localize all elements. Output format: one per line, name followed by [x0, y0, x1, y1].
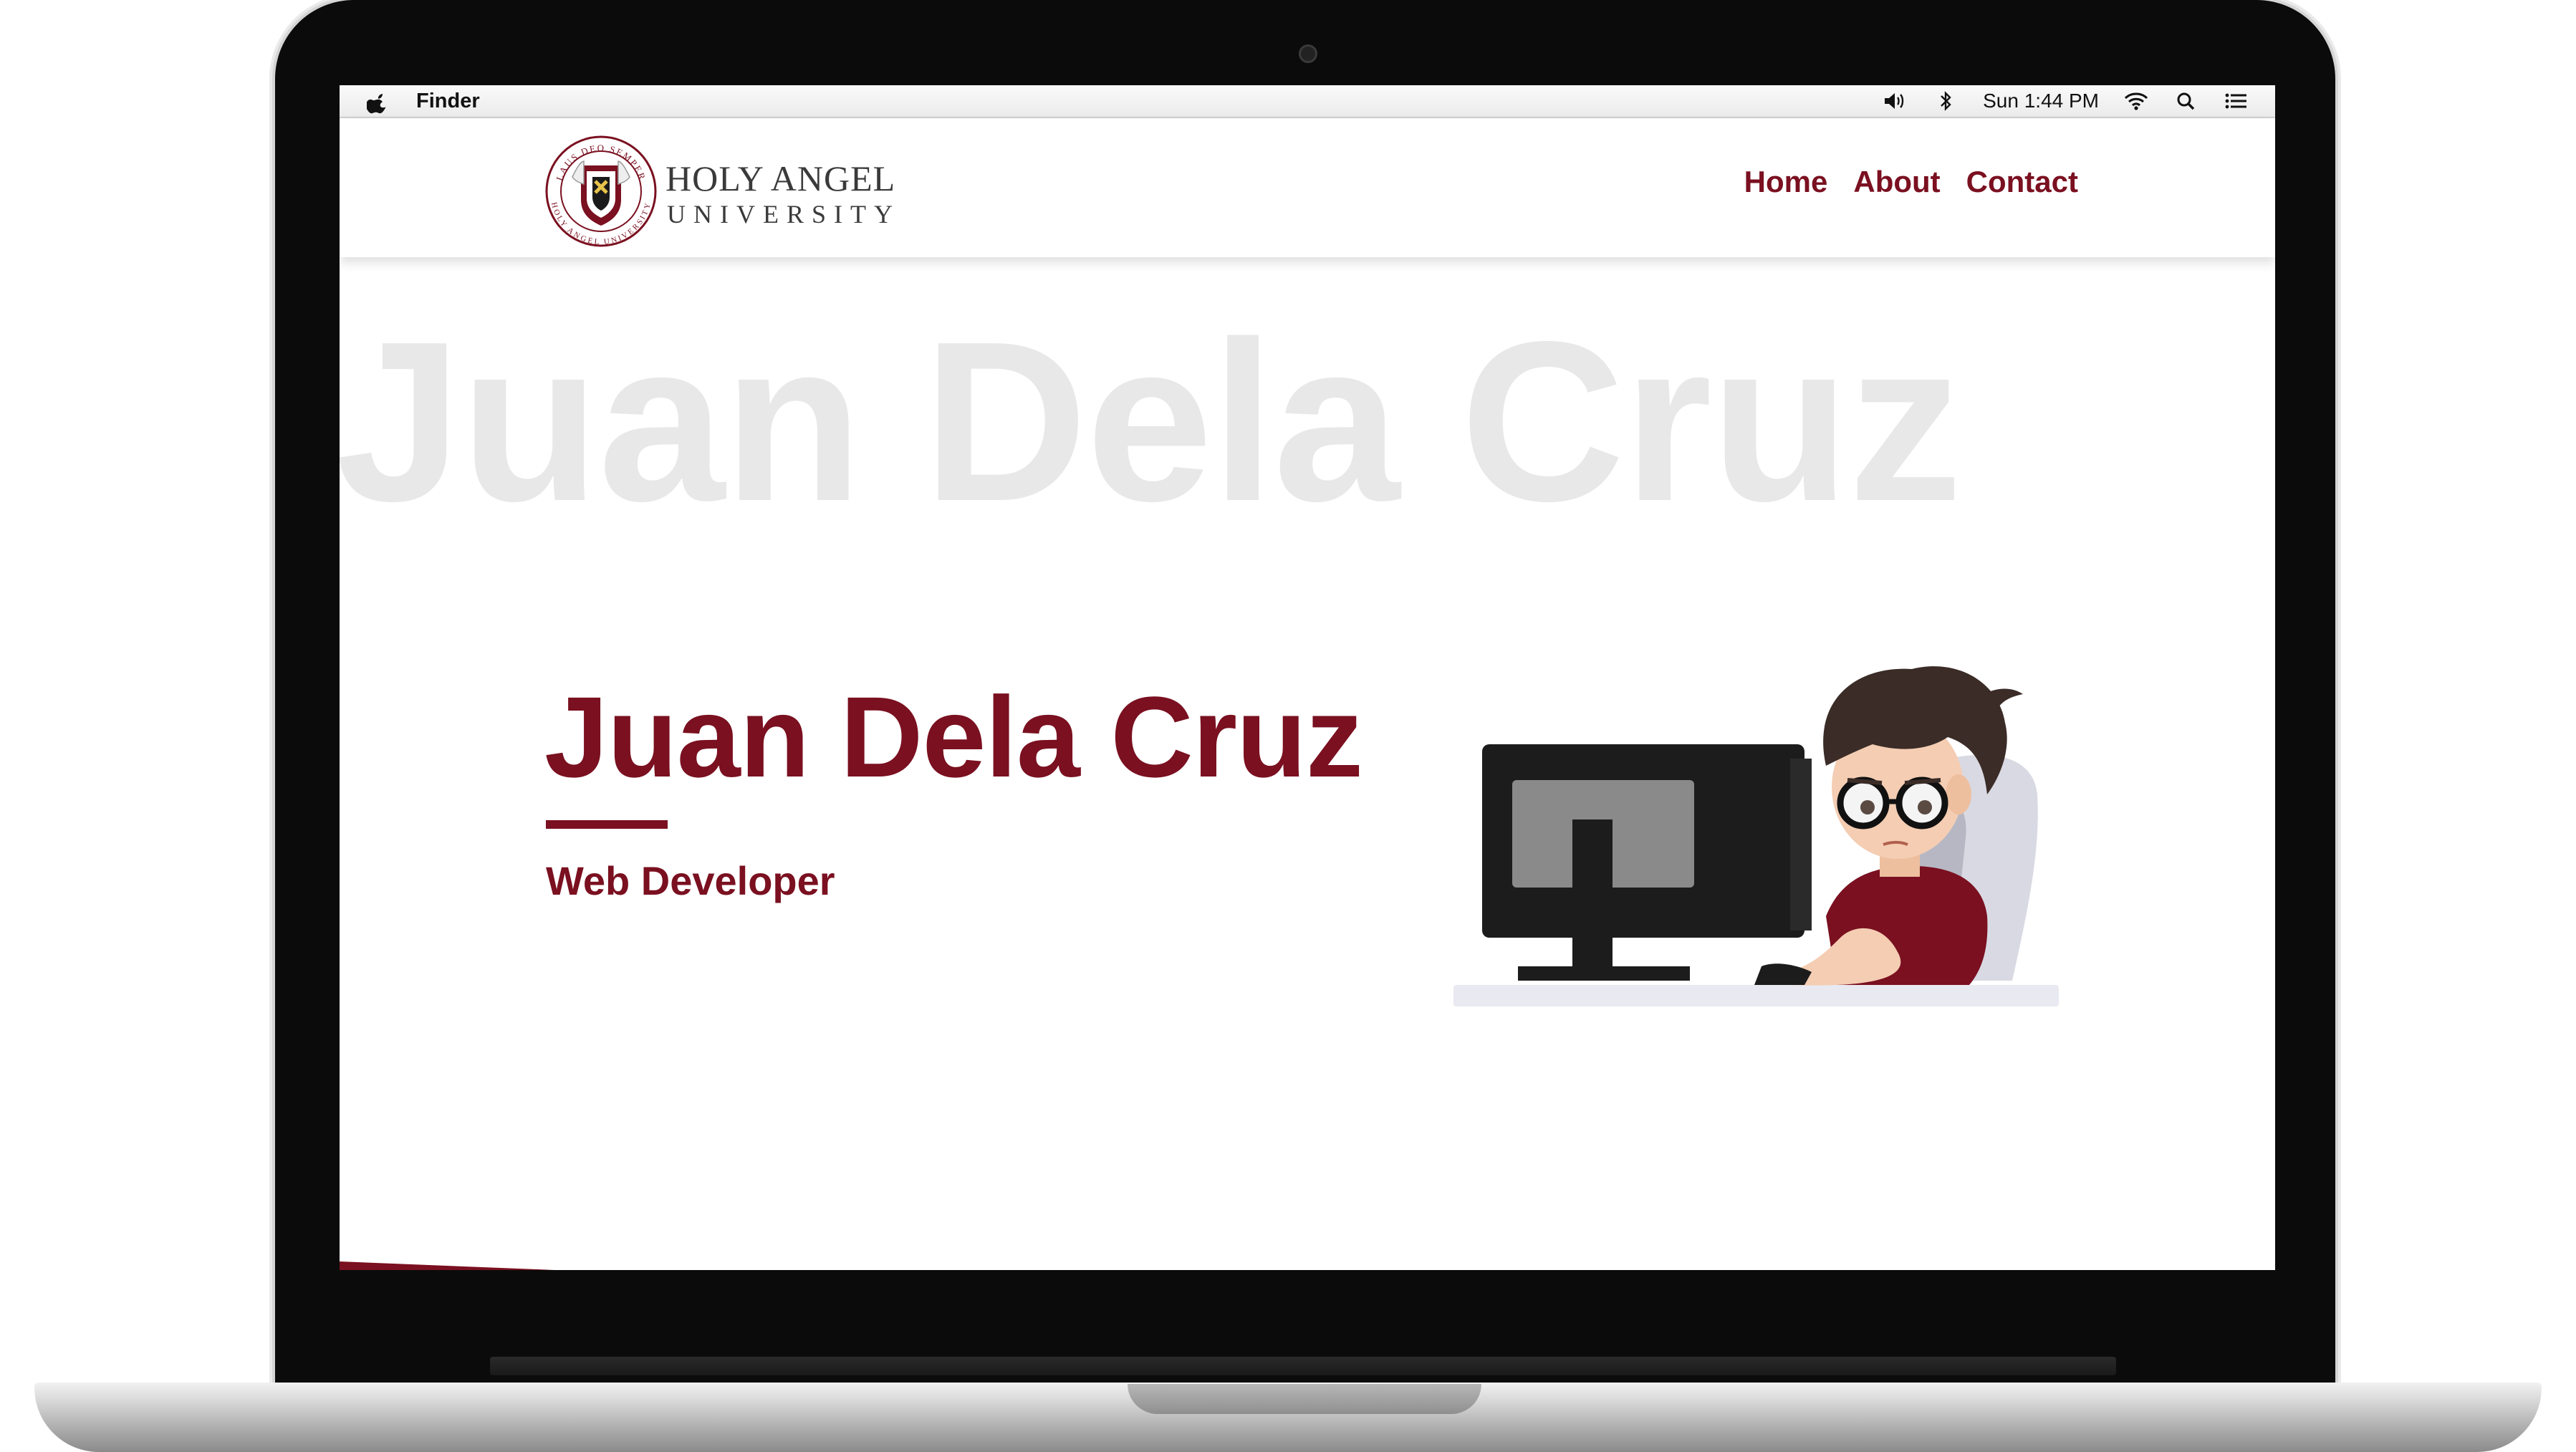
hero-background-name: Juan Dela Cruz — [340, 294, 1962, 549]
hero-role: Web Developer — [546, 858, 835, 903]
hero-underline — [546, 820, 668, 829]
main-nav: Home About Contact — [1744, 164, 2078, 200]
menubar: Finder Sun 1:44 PM — [340, 85, 2275, 118]
menubar-clock[interactable]: Sun 1:44 PM — [1983, 88, 2099, 114]
site-header: LAUS DEO SEMPER HOLY ANGEL UNIVERSITY HO… — [340, 118, 2275, 257]
apple-icon[interactable] — [367, 90, 390, 114]
screen: Finder Sun 1:44 PM LAUS DEO SEMPER HOLY … — [340, 85, 2275, 1275]
nav-home[interactable]: Home — [1744, 164, 1828, 200]
logo-line-2: UNIVERSITY — [667, 200, 900, 229]
university-logo[interactable]: LAUS DEO SEMPER HOLY ANGEL UNIVERSITY HO… — [544, 134, 895, 249]
nav-about[interactable]: About — [1853, 164, 1940, 200]
wifi-icon[interactable] — [2123, 90, 2149, 112]
hero-name: Juan Dela Cruz — [544, 673, 1363, 801]
spotlight-search-icon[interactable] — [2173, 90, 2199, 112]
desk — [1453, 985, 2059, 1006]
volume-icon[interactable] — [1883, 90, 1908, 112]
notification-center-icon[interactable] — [2224, 90, 2249, 112]
nav-contact[interactable]: Contact — [1966, 164, 2078, 200]
menubar-status-area: Sun 1:44 PM — [1883, 88, 2249, 114]
university-seal-icon: LAUS DEO SEMPER HOLY ANGEL UNIVERSITY — [545, 135, 657, 247]
bezel-hinge — [490, 1357, 2116, 1375]
logo-line-1: HOLY ANGEL — [665, 158, 896, 198]
footer-accent-wave — [340, 1261, 2275, 1275]
app-name[interactable]: Finder — [416, 88, 480, 114]
developer-illustration — [1453, 666, 2059, 1006]
laptop-opening-notch — [1128, 1384, 1481, 1414]
bluetooth-icon[interactable] — [1933, 90, 1959, 112]
camera-icon — [1299, 44, 1317, 63]
